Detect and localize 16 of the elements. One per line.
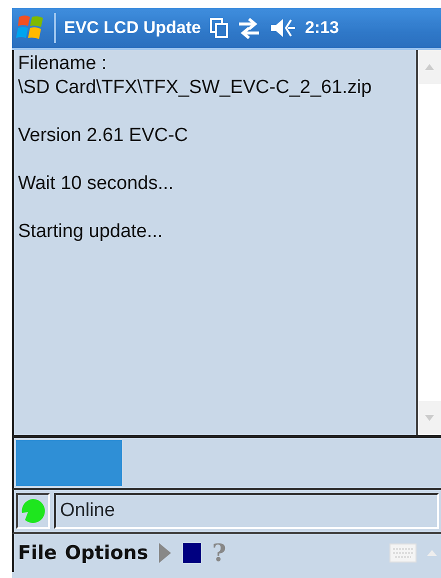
clock-time[interactable]: 2:13 <box>304 15 339 41</box>
copy-icon[interactable] <box>208 17 229 39</box>
log-line: Version 2.61 EVC-C <box>18 124 190 148</box>
status-icon <box>20 498 46 524</box>
speaker-icon[interactable] <box>268 17 297 39</box>
menu-item[interactable]: Options <box>64 538 148 568</box>
log-line: Filename : <box>18 52 108 76</box>
log-line: Starting update... <box>18 220 164 244</box>
play-icon[interactable] <box>158 542 172 564</box>
stop-icon[interactable] <box>182 542 202 564</box>
window-title: EVC LCD Update <box>64 17 201 40</box>
connectivity-icon[interactable] <box>236 17 261 39</box>
status-field: Online <box>54 493 439 529</box>
menu-item[interactable]: File <box>18 538 57 568</box>
log-line: Wait 10 seconds... <box>18 172 175 196</box>
log-line: \SD Card\TFX\TFX_SW_EVC-C_2_61.zip <box>18 76 373 100</box>
